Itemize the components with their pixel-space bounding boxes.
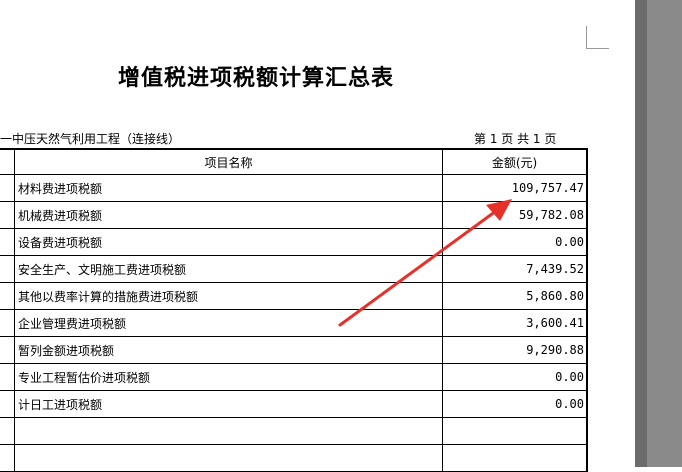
item-name: 计日工进项税额 xyxy=(14,390,443,418)
item-amount: 7,439.52 xyxy=(442,255,588,283)
row-index-cell xyxy=(0,228,15,256)
page-corner-mark xyxy=(586,26,609,49)
table-row: 企业管理费进项税额 3,600.41 xyxy=(0,309,588,337)
row-index-cell xyxy=(0,255,15,283)
item-name: 企业管理费进项税额 xyxy=(14,309,443,337)
header-index-cell xyxy=(0,148,15,175)
vertical-scrollbar-track[interactable] xyxy=(635,0,647,467)
header-amount: 金额(元) xyxy=(442,148,588,175)
item-name: 暂列金额进项税额 xyxy=(14,336,443,364)
row-index-cell xyxy=(0,390,15,418)
item-name: 安全生产、文明施工费进项税额 xyxy=(14,255,443,283)
row-index-cell xyxy=(0,282,15,310)
table-row: 机械费进项税额 59,782.08 xyxy=(0,201,588,229)
item-amount: 109,757.47 xyxy=(442,174,588,202)
row-index-cell xyxy=(0,363,15,391)
table-header-row: 项目名称 金额(元) xyxy=(0,148,588,175)
item-amount: 0.00 xyxy=(442,363,588,391)
row-index-cell xyxy=(0,201,15,229)
summary-table: 项目名称 金额(元) 材料费进项税额 109,757.47 机械费进项税额 59,7… xyxy=(0,148,588,472)
project-name: 一中压天然气利用工程（连接线） xyxy=(0,132,181,146)
item-name: 设备费进项税额 xyxy=(14,228,443,256)
row-index-cell xyxy=(0,417,15,445)
item-name: 其他以费率计算的措施费进项税额 xyxy=(14,282,443,310)
table-row: 其他以费率计算的措施费进项税额 5,860.80 xyxy=(0,282,588,310)
table-row xyxy=(0,444,588,472)
item-name xyxy=(14,417,443,445)
table-row: 设备费进项税额 0.00 xyxy=(0,228,588,256)
table-row: 计日工进项税额 0.00 xyxy=(0,390,588,418)
item-name xyxy=(14,444,443,472)
table-row: 专业工程暂估价进项税额 0.00 xyxy=(0,363,588,391)
table-row: 安全生产、文明施工费进项税额 7,439.52 xyxy=(0,255,588,283)
document-page: 增值税进项税额计算汇总表 一中压天然气利用工程（连接线） 第 1 页 共 1 页… xyxy=(0,0,635,472)
table-row: 材料费进项税额 109,757.47 xyxy=(0,174,588,202)
item-name: 材料费进项税额 xyxy=(14,174,443,202)
report-title: 增值税进项税额计算汇总表 xyxy=(117,65,394,91)
item-amount: 0.00 xyxy=(442,228,588,256)
row-index-cell xyxy=(0,336,15,364)
page-info: 第 1 页 共 1 页 xyxy=(474,132,557,146)
item-amount xyxy=(442,417,588,445)
item-amount: 9,290.88 xyxy=(442,336,588,364)
item-name: 专业工程暂估价进项税额 xyxy=(14,363,443,391)
item-amount xyxy=(442,444,588,472)
row-index-cell xyxy=(0,444,15,472)
item-amount: 3,600.41 xyxy=(442,309,588,337)
item-name: 机械费进项税额 xyxy=(14,201,443,229)
window-side-panel xyxy=(647,0,682,467)
table-row xyxy=(0,417,588,445)
row-index-cell xyxy=(0,174,15,202)
row-index-cell xyxy=(0,309,15,337)
item-amount: 59,782.08 xyxy=(442,201,588,229)
item-amount: 5,860.80 xyxy=(442,282,588,310)
item-amount: 0.00 xyxy=(442,390,588,418)
header-item-name: 项目名称 xyxy=(14,148,443,175)
table-row: 暂列金额进项税额 9,290.88 xyxy=(0,336,588,364)
